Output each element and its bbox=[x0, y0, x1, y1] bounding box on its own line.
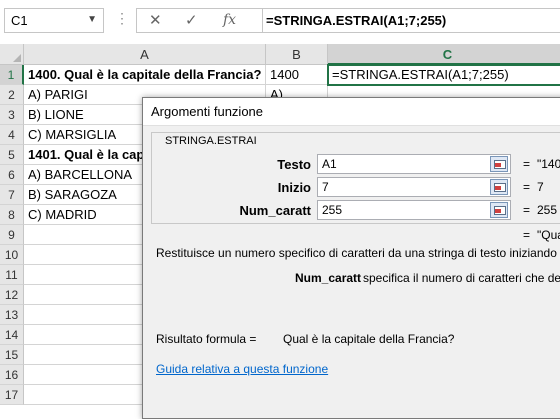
overall-equals: = bbox=[523, 228, 531, 242]
column-header-b[interactable]: B bbox=[266, 44, 328, 65]
function-description: Restituisce un numero specifico di carat… bbox=[156, 246, 560, 260]
row-header[interactable]: 1 bbox=[0, 65, 24, 85]
arg-input-num-caratt[interactable]: 255 bbox=[317, 200, 511, 220]
arg-input-inizio[interactable]: 7 bbox=[317, 177, 511, 197]
arg-result-testo: "1400 bbox=[537, 157, 560, 171]
dialog-title: Argomenti funzione bbox=[151, 104, 264, 119]
cell-a[interactable]: 1400. Qual è la capitale della Francia? bbox=[24, 65, 266, 85]
arg-equals: = bbox=[523, 180, 531, 194]
name-box[interactable]: C1 ▼ bbox=[4, 8, 104, 33]
formula-bar: C1 ▼ ⋮ ✕ ✓ fx =STRINGA.ESTRAI(A1;7;255) bbox=[0, 0, 560, 45]
arg-label-inizio: Inizio bbox=[277, 180, 311, 195]
arg-help-text: specifica il numero di caratteri che dev bbox=[363, 271, 560, 285]
help-link[interactable]: Guida relativa a questa funzione bbox=[156, 362, 328, 376]
row-header[interactable]: 7 bbox=[0, 185, 24, 205]
formula-bar-grip[interactable]: ⋮ bbox=[115, 10, 130, 27]
collapse-dialog-icon[interactable] bbox=[490, 156, 508, 172]
arg-input-testo-value: A1 bbox=[322, 157, 337, 171]
row-header[interactable]: 5 bbox=[0, 145, 24, 165]
arg-label-num-caratt: Num_caratt bbox=[239, 203, 311, 218]
arg-equals: = bbox=[523, 157, 531, 171]
enter-icon[interactable]: ✓ bbox=[185, 11, 198, 29]
result-label: Risultato formula = bbox=[156, 332, 257, 346]
formula-text: =STRINGA.ESTRAI(A1;7;255) bbox=[266, 13, 447, 28]
row-header[interactable]: 14 bbox=[0, 325, 24, 345]
cancel-icon[interactable]: ✕ bbox=[149, 11, 162, 29]
insert-function-icon[interactable]: fx bbox=[223, 12, 236, 28]
formula-buttons: ✕ ✓ fx bbox=[136, 8, 264, 33]
function-name: STRINGA.ESTRAI bbox=[163, 135, 259, 147]
column-header-c[interactable]: C bbox=[328, 44, 560, 65]
result-value: Qual è la capitale della Francia? bbox=[283, 332, 455, 346]
arg-input-num-caratt-value: 255 bbox=[322, 203, 343, 217]
row-header[interactable]: 15 bbox=[0, 345, 24, 365]
arg-equals: = bbox=[523, 203, 531, 217]
collapse-dialog-icon[interactable] bbox=[490, 202, 508, 218]
row-header[interactable]: 2 bbox=[0, 85, 24, 105]
arg-input-testo[interactable]: A1 bbox=[317, 154, 511, 174]
arg-result-inizio: 7 bbox=[537, 180, 544, 194]
row-header[interactable]: 16 bbox=[0, 365, 24, 385]
row-header[interactable]: 12 bbox=[0, 285, 24, 305]
formula-input[interactable]: =STRINGA.ESTRAI(A1;7;255) bbox=[262, 8, 560, 33]
row-header[interactable]: 17 bbox=[0, 385, 24, 405]
select-all-corner[interactable] bbox=[0, 44, 24, 65]
row-header[interactable]: 11 bbox=[0, 265, 24, 285]
function-arguments-dialog: Argomenti funzione STRINGA.ESTRAI Testo … bbox=[142, 97, 560, 419]
row-header[interactable]: 8 bbox=[0, 205, 24, 225]
chevron-down-icon[interactable]: ▼ bbox=[87, 14, 97, 25]
active-cell-selection bbox=[327, 64, 560, 86]
row-header[interactable]: 3 bbox=[0, 105, 24, 125]
row-header[interactable]: 9 bbox=[0, 225, 24, 245]
name-box-value: C1 bbox=[11, 13, 28, 28]
arg-input-inizio-value: 7 bbox=[322, 180, 329, 194]
arg-help-label: Num_caratt bbox=[295, 271, 362, 285]
row-header[interactable]: 10 bbox=[0, 245, 24, 265]
dialog-title-bar[interactable]: Argomenti funzione bbox=[143, 98, 560, 126]
row-header[interactable]: 6 bbox=[0, 165, 24, 185]
row-header[interactable]: 13 bbox=[0, 305, 24, 325]
collapse-dialog-icon[interactable] bbox=[490, 179, 508, 195]
cell-b[interactable]: 1400 bbox=[266, 65, 328, 85]
column-header-a[interactable]: A bbox=[24, 44, 266, 65]
row-header[interactable]: 4 bbox=[0, 125, 24, 145]
arg-label-testo: Testo bbox=[277, 157, 311, 172]
arg-result-num-caratt: 255 bbox=[537, 203, 558, 217]
overall-result-preview: "Qua bbox=[537, 228, 560, 242]
